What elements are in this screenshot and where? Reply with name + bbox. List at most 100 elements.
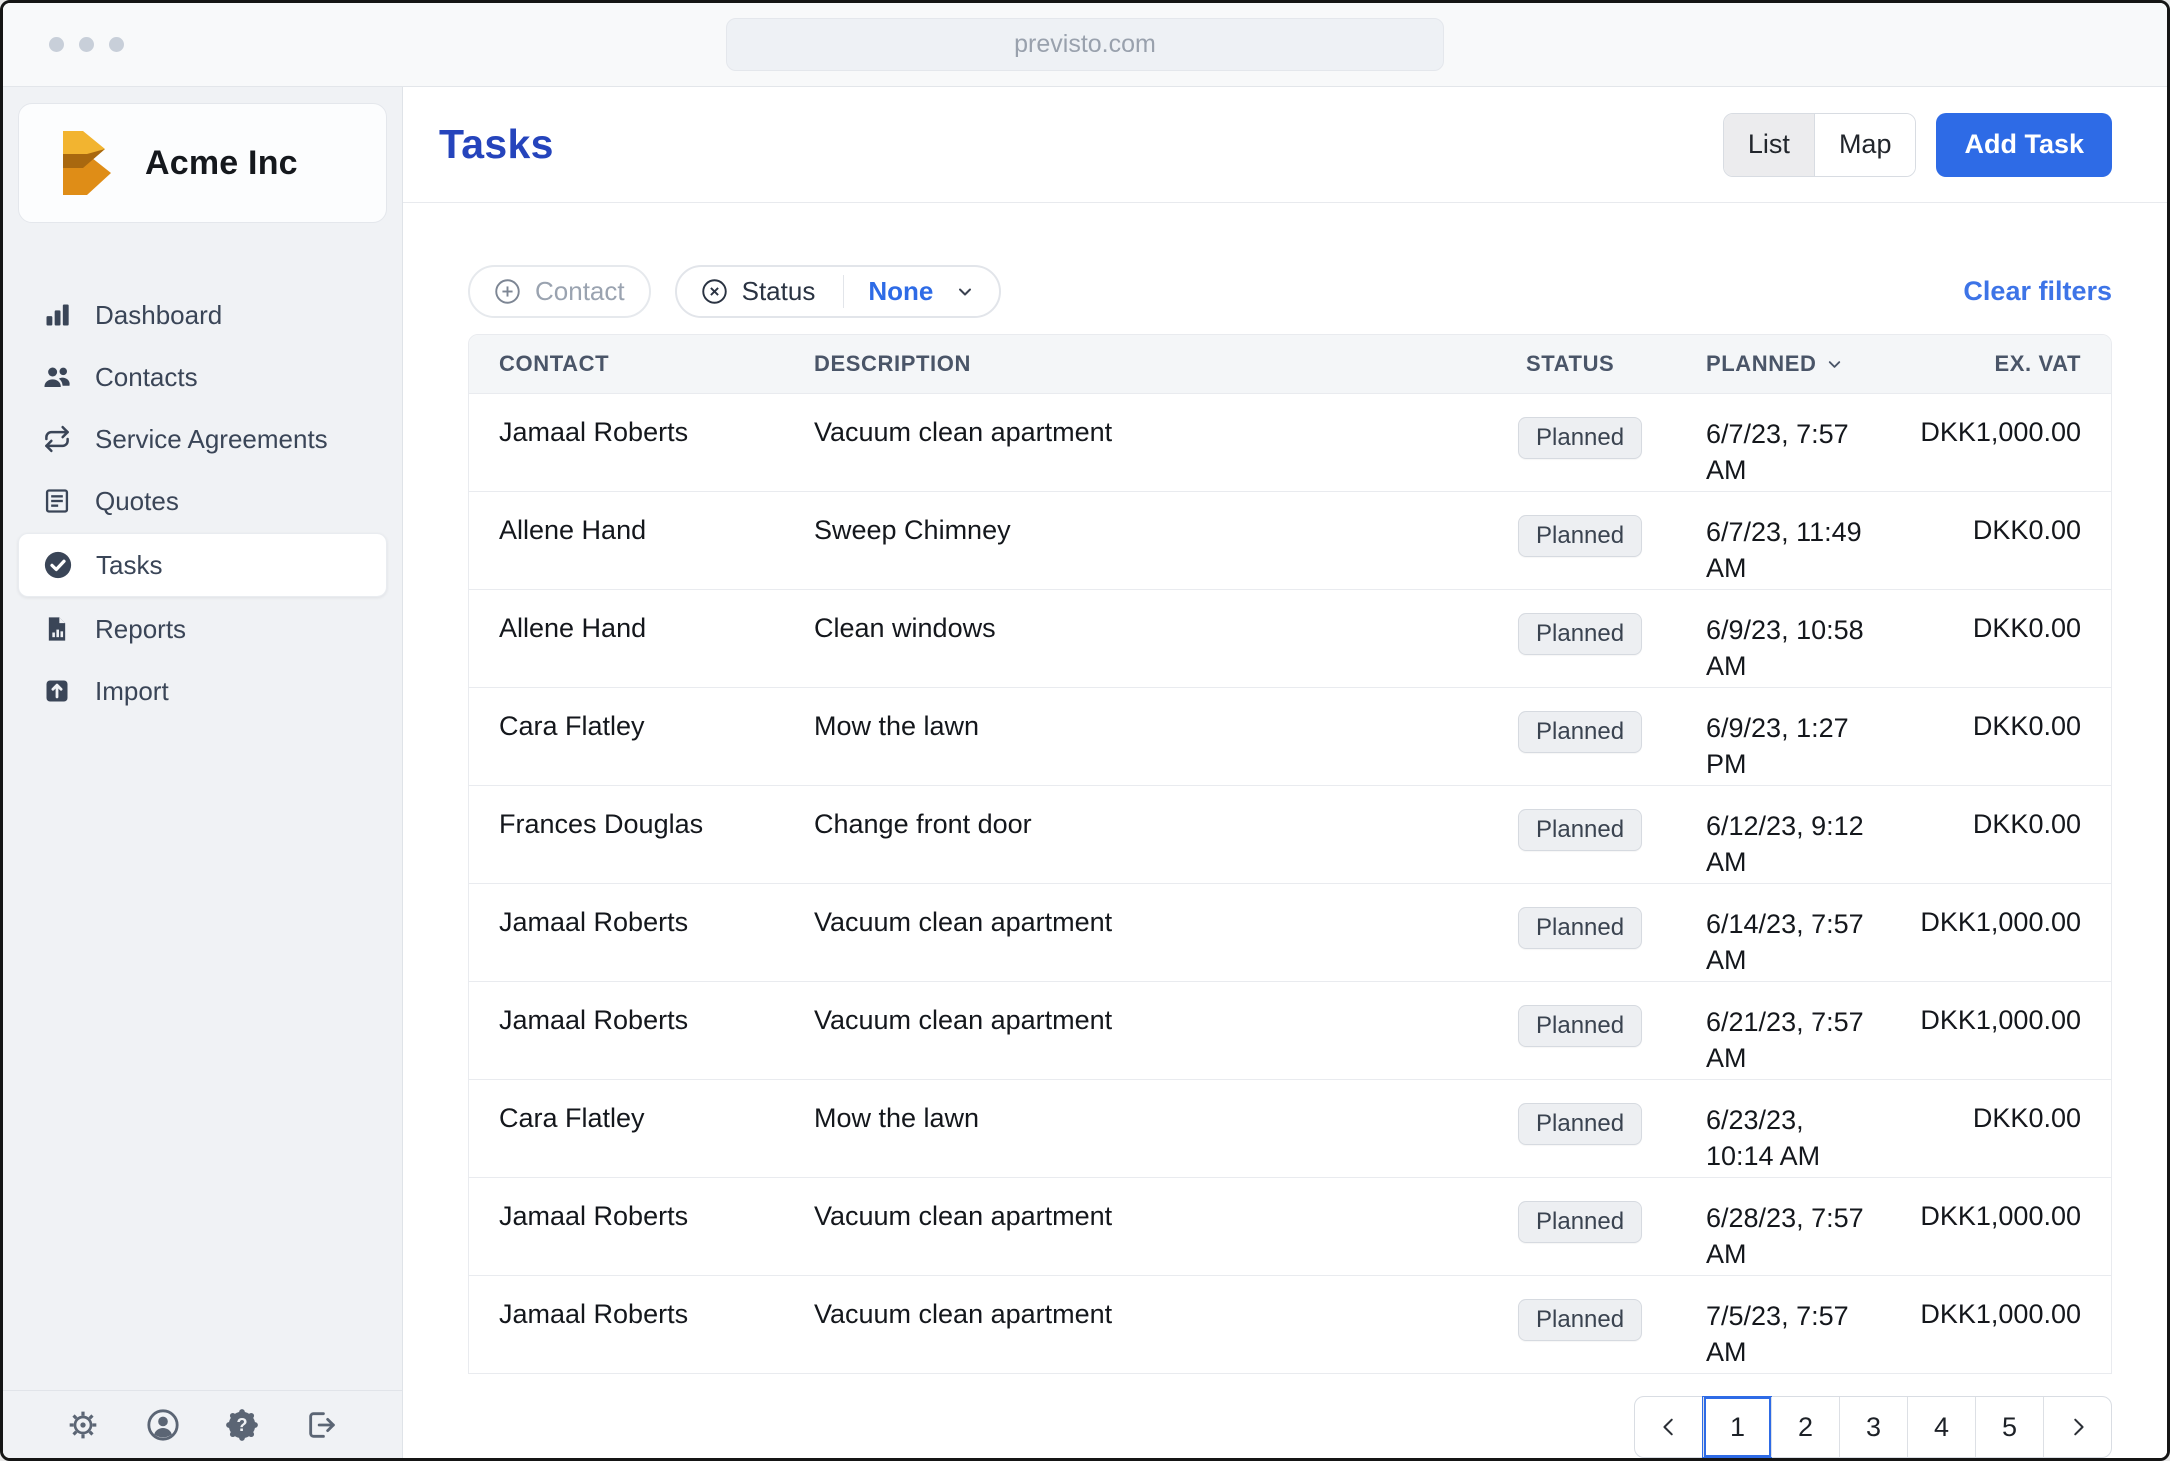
x-circle-icon[interactable]: [701, 278, 728, 305]
people-icon: [42, 362, 72, 392]
import-icon: [42, 676, 72, 706]
cell-description: Vacuum clean apartment: [784, 1276, 1496, 1373]
document-icon: [42, 486, 72, 516]
add-task-button[interactable]: Add Task: [1936, 113, 2112, 177]
table-row[interactable]: Jamaal Roberts Vacuum clean apartment Pl…: [469, 1177, 2111, 1275]
table-row[interactable]: Jamaal Roberts Vacuum clean apartment Pl…: [469, 981, 2111, 1079]
cell-status: Planned: [1496, 1080, 1676, 1177]
status-badge: Planned: [1518, 417, 1642, 459]
status-badge: Planned: [1518, 809, 1642, 851]
company-card[interactable]: Acme Inc: [18, 103, 387, 223]
column-header-description[interactable]: DESCRIPTION: [784, 351, 1496, 377]
add-contact-filter-button[interactable]: Contact: [468, 265, 651, 318]
repeat-icon: [42, 424, 72, 454]
cell-description: Clean windows: [784, 590, 1496, 687]
table-row[interactable]: Allene Hand Clean windows Planned 6/9/23…: [469, 589, 2111, 687]
cell-ex-vat: DKK0.00: [1898, 492, 2111, 589]
window-zoom-button[interactable]: [109, 37, 124, 52]
cell-contact: Allene Hand: [469, 492, 784, 589]
cell-description: Mow the lawn: [784, 688, 1496, 785]
cell-ex-vat: DKK1,000.00: [1898, 1276, 2111, 1373]
cell-contact: Jamaal Roberts: [469, 1178, 784, 1275]
pagination-pages: 1 2 3 4 5: [1703, 1397, 2043, 1457]
status-badge: Planned: [1518, 1201, 1642, 1243]
contact-filter-label: Contact: [535, 276, 625, 307]
settings-gear-icon[interactable]: [66, 1408, 100, 1442]
window-close-button[interactable]: [49, 37, 64, 52]
browser-chrome: previsto.com: [3, 3, 2167, 87]
table-body: Jamaal Roberts Vacuum clean apartment Pl…: [469, 393, 2111, 1373]
cell-planned: 6/14/23, 7:57 AM: [1676, 884, 1898, 981]
plus-circle-icon: [494, 278, 521, 305]
sidebar-nav: Dashboard Contacts Service Agreements: [3, 285, 402, 721]
status-badge: Planned: [1518, 515, 1642, 557]
view-toggle: List Map: [1723, 113, 1917, 177]
table-row[interactable]: Jamaal Roberts Vacuum clean apartment Pl…: [469, 393, 2111, 491]
cell-contact: Jamaal Roberts: [469, 982, 784, 1079]
help-icon[interactable]: ?: [225, 1408, 259, 1442]
table-row[interactable]: Jamaal Roberts Vacuum clean apartment Pl…: [469, 883, 2111, 981]
logout-icon[interactable]: [305, 1408, 339, 1442]
view-toggle-list[interactable]: List: [1724, 114, 1815, 176]
pagination-page-button[interactable]: 2: [1771, 1397, 1839, 1457]
cell-planned: 6/23/23, 10:14 AM: [1676, 1080, 1898, 1177]
cell-planned: 6/9/23, 10:58 AM: [1676, 590, 1898, 687]
sidebar-item-label: Import: [95, 676, 169, 707]
sidebar-item-service-agreements[interactable]: Service Agreements: [18, 409, 387, 469]
cell-contact: Allene Hand: [469, 590, 784, 687]
column-header-status[interactable]: STATUS: [1496, 351, 1676, 377]
sidebar-item-import[interactable]: Import: [18, 661, 387, 721]
sidebar-item-contacts[interactable]: Contacts: [18, 347, 387, 407]
table-row[interactable]: Cara Flatley Mow the lawn Planned 6/9/23…: [469, 687, 2111, 785]
view-toggle-map[interactable]: Map: [1815, 114, 1916, 176]
chevron-down-icon: [955, 282, 975, 302]
column-header-ex-vat[interactable]: EX. VAT: [1898, 351, 2111, 377]
status-filter-value[interactable]: None: [868, 276, 933, 307]
cell-ex-vat: DKK0.00: [1898, 688, 2111, 785]
company-name: Acme Inc: [145, 144, 298, 183]
pagination-page-button[interactable]: 5: [1975, 1397, 2043, 1457]
sidebar-item-quotes[interactable]: Quotes: [18, 471, 387, 531]
table-row[interactable]: Allene Hand Sweep Chimney Planned 6/7/23…: [469, 491, 2111, 589]
check-circle-icon: [43, 550, 73, 580]
filter-divider: [843, 275, 844, 308]
address-bar[interactable]: previsto.com: [726, 18, 1444, 71]
table-row[interactable]: Cara Flatley Mow the lawn Planned 6/23/2…: [469, 1079, 2111, 1177]
pagination-page-button[interactable]: 1: [1703, 1397, 1771, 1457]
pagination-page-button[interactable]: 3: [1839, 1397, 1907, 1457]
table-row[interactable]: Jamaal Roberts Vacuum clean apartment Pl…: [469, 1275, 2111, 1373]
status-filter[interactable]: Status None: [675, 265, 1002, 318]
pagination-prev-button[interactable]: [1635, 1397, 1703, 1457]
cell-ex-vat: DKK0.00: [1898, 1080, 2111, 1177]
column-header-planned[interactable]: PLANNED: [1676, 351, 1898, 377]
cell-status: Planned: [1496, 1178, 1676, 1275]
sidebar-item-label: Dashboard: [95, 300, 222, 331]
cell-status: Planned: [1496, 394, 1676, 491]
pagination-next-button[interactable]: [2043, 1397, 2111, 1457]
table-row[interactable]: Frances Douglas Change front door Planne…: [469, 785, 2111, 883]
column-header-contact[interactable]: CONTACT: [469, 351, 784, 377]
sidebar-item-tasks[interactable]: Tasks: [18, 533, 387, 597]
cell-planned: 6/12/23, 9:12 AM: [1676, 786, 1898, 883]
status-badge: Planned: [1518, 1005, 1642, 1047]
page-header: Tasks List Map Add Task: [403, 87, 2167, 203]
cell-description: Vacuum clean apartment: [784, 1178, 1496, 1275]
cell-ex-vat: DKK1,000.00: [1898, 394, 2111, 491]
cell-contact: Frances Douglas: [469, 786, 784, 883]
address-bar-url: previsto.com: [1014, 30, 1156, 59]
cell-ex-vat: DKK0.00: [1898, 590, 2111, 687]
sidebar-item-reports[interactable]: Reports: [18, 599, 387, 659]
cell-description: Vacuum clean apartment: [784, 884, 1496, 981]
sidebar-item-dashboard[interactable]: Dashboard: [18, 285, 387, 345]
window-controls: [49, 37, 124, 52]
cell-contact: Cara Flatley: [469, 688, 784, 785]
cell-status: Planned: [1496, 982, 1676, 1079]
clear-filters-link[interactable]: Clear filters: [1963, 276, 2112, 307]
cell-planned: 6/9/23, 1:27 PM: [1676, 688, 1898, 785]
account-user-icon[interactable]: [146, 1408, 180, 1442]
window-minimize-button[interactable]: [79, 37, 94, 52]
cell-contact: Cara Flatley: [469, 1080, 784, 1177]
pagination-page-button[interactable]: 4: [1907, 1397, 1975, 1457]
cell-description: Sweep Chimney: [784, 492, 1496, 589]
cell-ex-vat: DKK1,000.00: [1898, 1178, 2111, 1275]
